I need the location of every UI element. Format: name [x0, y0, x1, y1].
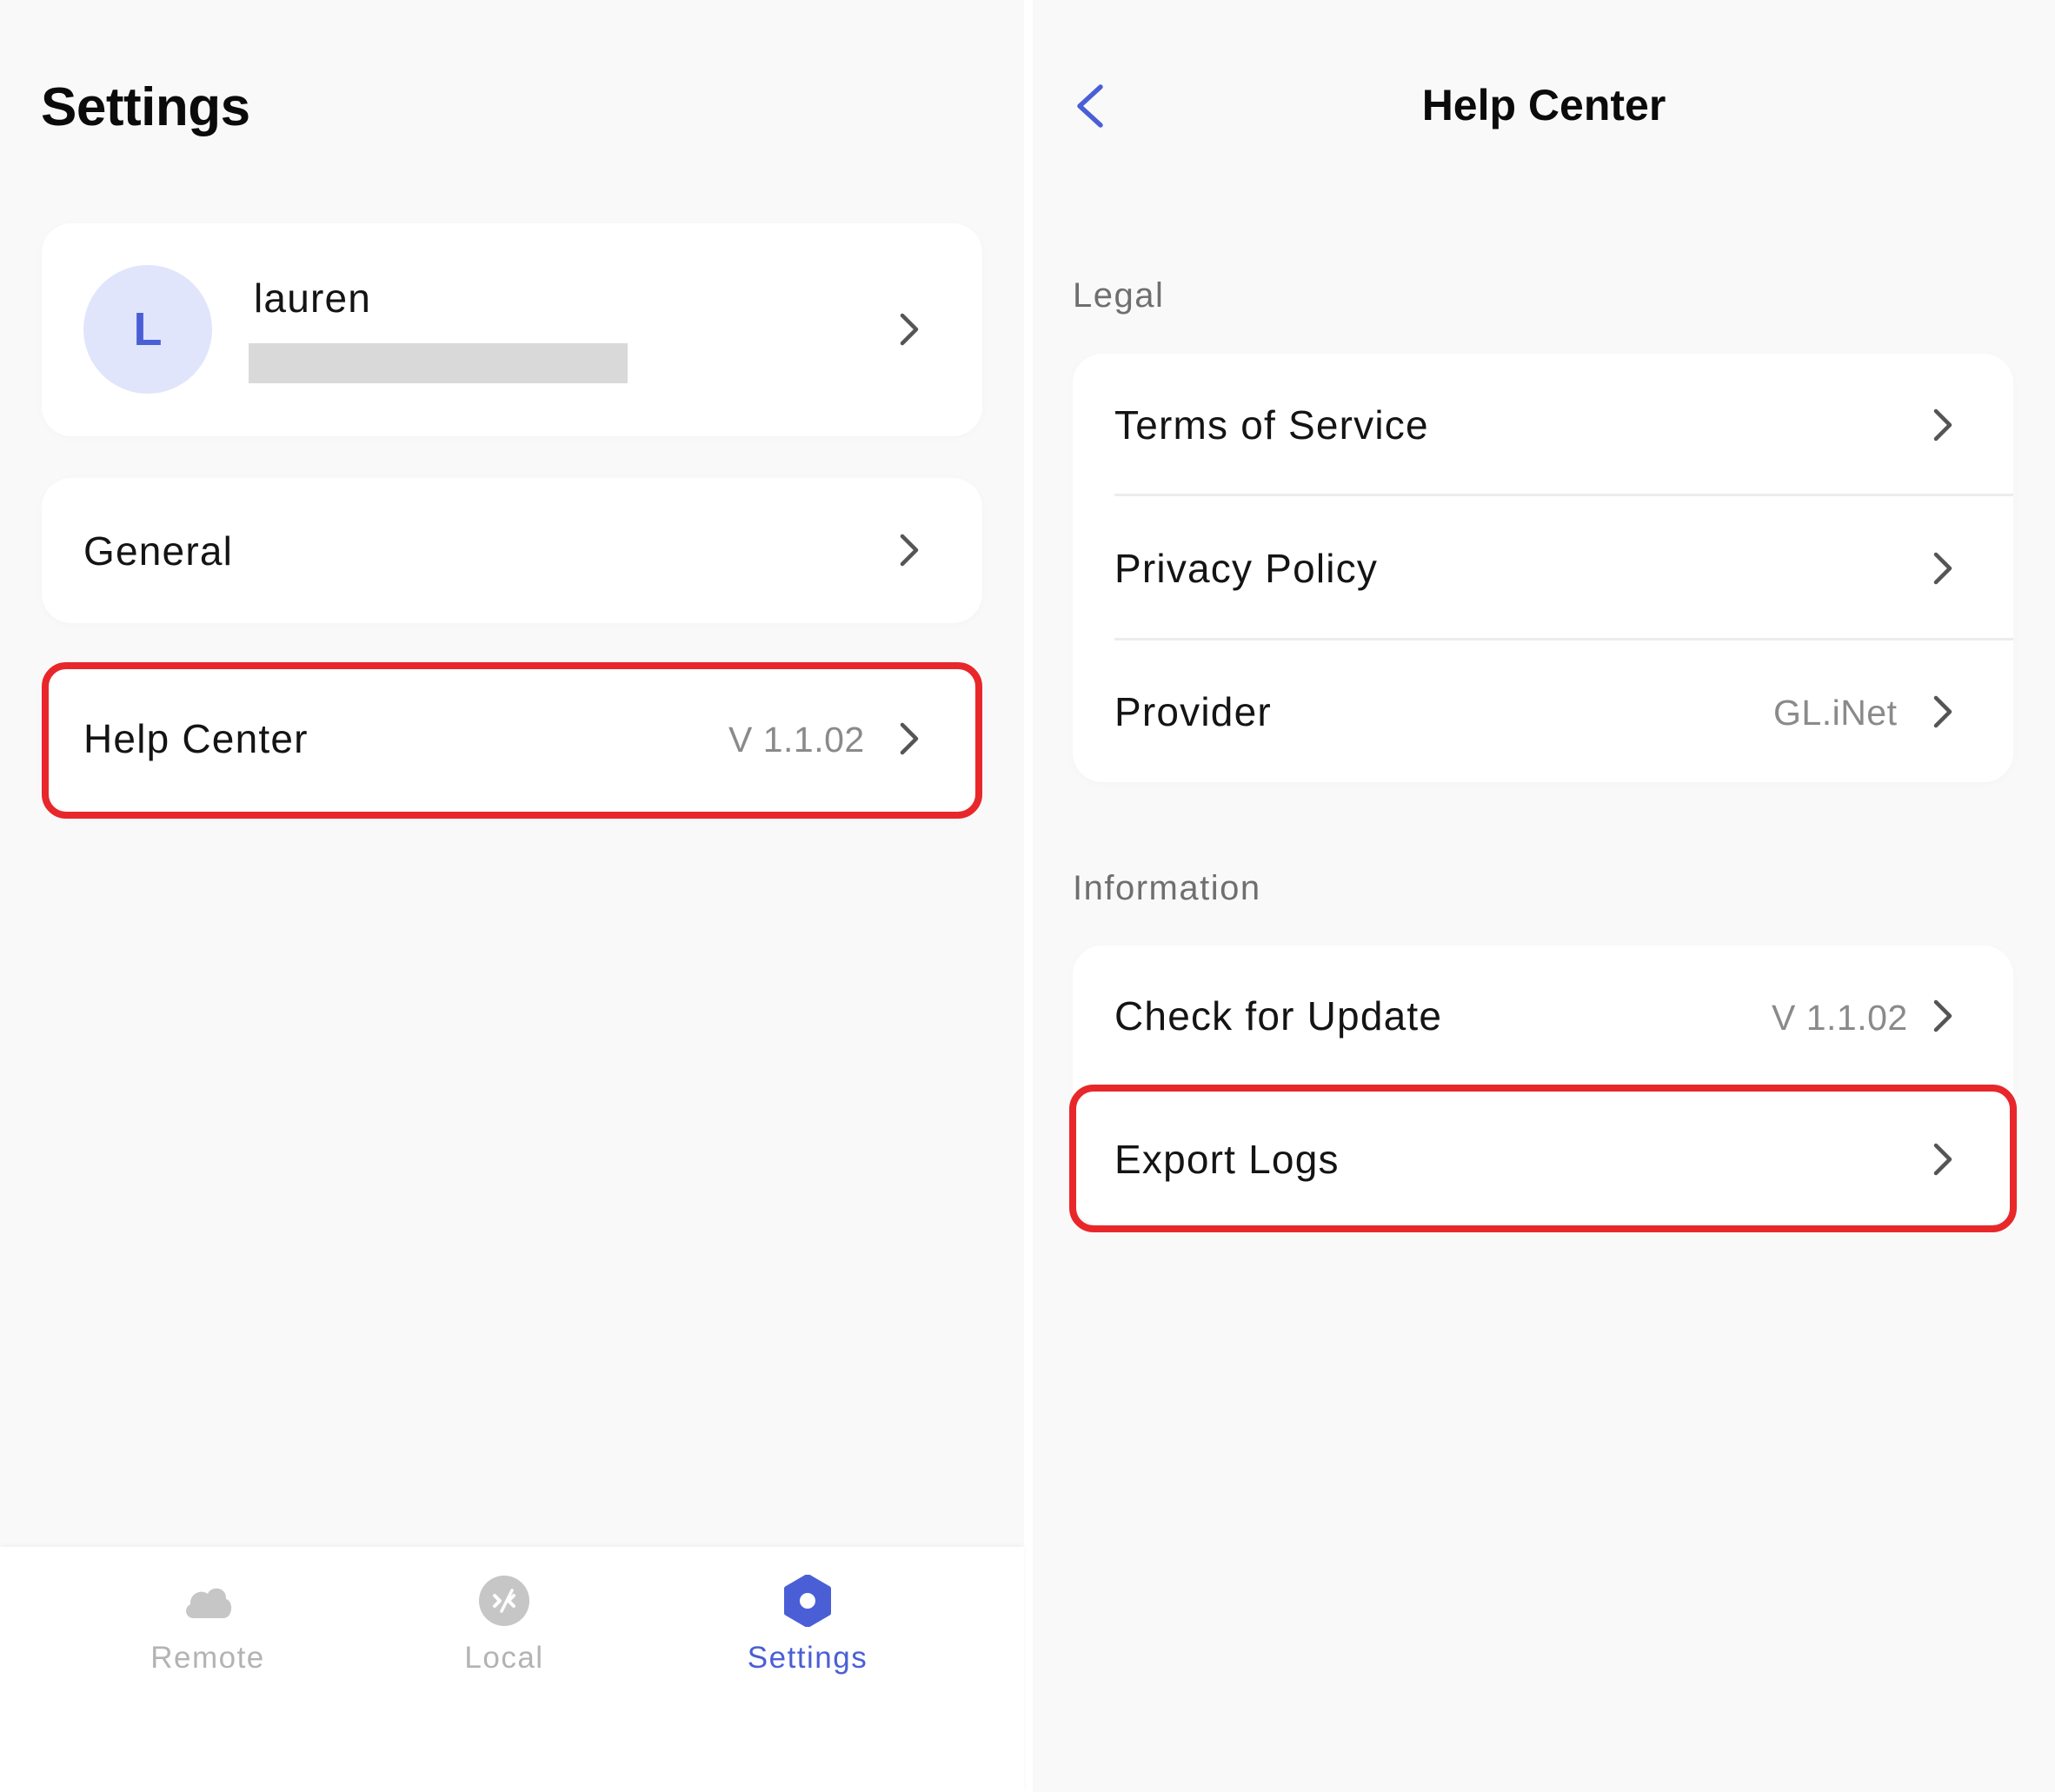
tab-local[interactable]: Local — [374, 1547, 635, 1721]
divider — [1114, 494, 2013, 496]
chevron-right-icon — [1933, 552, 1952, 585]
profile-username: lauren — [254, 275, 372, 321]
provider-item[interactable]: Provider — [1114, 688, 1272, 735]
update-version-value: V 1.1.02 — [1772, 998, 1908, 1038]
provider-value: GL.iNet — [1773, 693, 1898, 733]
settings-screen: Settings L lauren General Help Center V … — [0, 0, 1024, 1792]
page-title: Help Center — [1421, 81, 1666, 129]
local-connect-icon — [478, 1575, 530, 1627]
cloud-icon — [182, 1575, 234, 1627]
avatar: L — [83, 265, 212, 394]
chevron-right-icon — [1933, 999, 1952, 1032]
privacy-policy-item[interactable]: Privacy Policy — [1114, 545, 1378, 592]
tab-label: Settings — [747, 1641, 868, 1675]
tab-label: Local — [464, 1641, 544, 1675]
section-header-information: Information — [1073, 869, 1261, 907]
tab-remote[interactable]: Remote — [77, 1547, 338, 1721]
bottom-tab-bar: Remote Local Settings — [0, 1547, 1024, 1792]
tab-settings[interactable]: Settings — [677, 1547, 938, 1721]
page-title: Settings — [41, 77, 250, 137]
divider — [1114, 638, 2013, 640]
help-center-screen: Help Center Legal Terms of Service Priva… — [1033, 0, 2055, 1792]
redacted-email — [249, 343, 628, 383]
tab-label: Remote — [150, 1641, 265, 1675]
chevron-right-icon — [900, 534, 919, 567]
check-for-update-item[interactable]: Check for Update — [1114, 992, 1442, 1039]
highlight-box — [42, 662, 982, 819]
chevron-right-icon — [1933, 695, 1952, 728]
highlight-box — [1069, 1085, 2017, 1232]
section-header-legal: Legal — [1073, 276, 1165, 315]
gear-icon — [781, 1574, 834, 1628]
chevron-right-icon — [900, 313, 919, 346]
chevron-right-icon — [1933, 408, 1952, 441]
general-label: General — [83, 528, 234, 574]
terms-of-service-item[interactable]: Terms of Service — [1114, 402, 1429, 448]
